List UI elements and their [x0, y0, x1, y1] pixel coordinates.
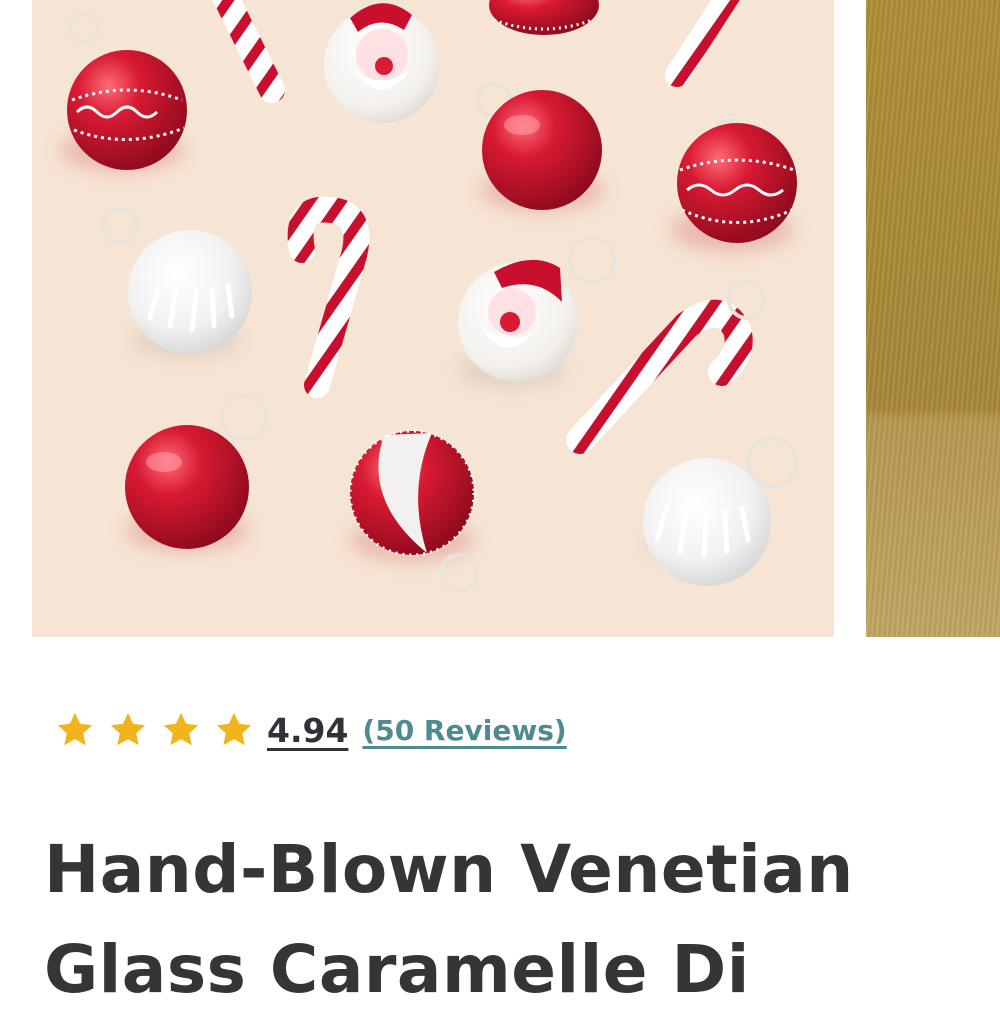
product-image-carousel[interactable]	[0, 0, 1000, 637]
product-title-line-2: Glass Caramelle Di	[44, 931, 750, 1008]
next-product-photo[interactable]	[866, 0, 1000, 637]
star-icon	[110, 712, 146, 746]
product-title: Hand-Blown Venetian Glass Caramelle Di	[44, 820, 984, 1020]
star-icon	[163, 712, 199, 746]
star-rating	[54, 709, 255, 751]
rating-score: 4.94	[267, 710, 349, 750]
reviews-link[interactable]: (50 Reviews)	[362, 714, 566, 747]
ornaments-illustration	[60, 0, 798, 593]
product-title-line-1: Hand-Blown Venetian	[44, 831, 854, 908]
rating-row: 4.94 (50 Reviews)	[54, 708, 567, 752]
star-icon	[57, 712, 93, 746]
gold-texture	[866, 0, 1000, 637]
product-photo[interactable]	[32, 0, 834, 637]
star-icon	[216, 712, 252, 746]
